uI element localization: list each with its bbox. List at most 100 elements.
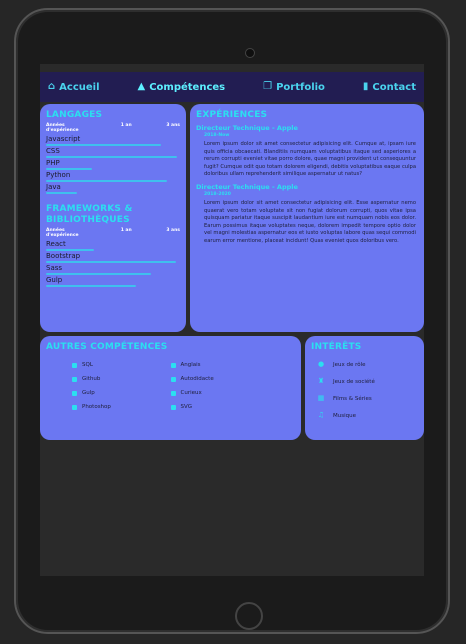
- experience-title: Directeur Technique - Apple: [196, 183, 298, 191]
- interests-title: Intérêts: [311, 342, 362, 352]
- interest-label: Jeux de société: [333, 378, 375, 385]
- experience-text: Lorem ipsum dolor sit amet consectetur a…: [204, 200, 416, 244]
- experience-date: 2018-2020: [204, 192, 231, 197]
- skill-bar-fill: [46, 180, 167, 183]
- check-icon: [170, 404, 176, 410]
- scale-mid: 1 an: [120, 228, 132, 234]
- interests-card: Intérêts ● Jeux de rôle ♜ Jeux de société …: [305, 336, 424, 440]
- experiences-card: Expériences Directeur Technique - Apple …: [190, 104, 424, 332]
- nav-label-portfolio: Portfolio: [276, 81, 325, 93]
- interest-item: ♫ Musique: [317, 412, 418, 419]
- check-icon: [72, 404, 77, 410]
- navbar: ⌂ Accueil ▲ Compétences ❐ Portfolio ▮ Co…: [40, 72, 424, 102]
- skill-bar-fill: [46, 192, 77, 195]
- skill-bar-track: [46, 261, 180, 264]
- other-skills-grid: SQL Anglais Github Autodidacte Gulp Curi…: [46, 362, 295, 410]
- skill-name: CSS: [46, 147, 60, 156]
- check-icon: [72, 362, 77, 368]
- book-icon: ▮: [362, 81, 369, 92]
- check-icon: [170, 362, 176, 368]
- other-skill-label: Photoshop: [82, 404, 111, 411]
- other-skills-title: Autres compétences: [46, 342, 168, 352]
- music-icon: ♫: [317, 411, 325, 420]
- skill-bar-track: [46, 156, 180, 159]
- other-skill-label: SQL: [82, 362, 93, 369]
- frameworks-list: React Bootstrap Sass Gulp: [46, 240, 180, 288]
- scale-end: 3 ans: [166, 228, 180, 234]
- other-skill-item: Github: [72, 376, 171, 382]
- skill-bar-track: [46, 273, 180, 276]
- skill-bar-fill: [46, 285, 136, 288]
- skill-name: Sass: [46, 264, 63, 273]
- other-skill-item: Anglais: [170, 362, 270, 369]
- nav-item-portfolio[interactable]: ❐ Portfolio: [263, 82, 325, 93]
- experience-text: Lorem ipsum dolor sit amet consectetur a…: [204, 141, 416, 178]
- skill-bar-track: [46, 285, 180, 288]
- nav-item-accueil[interactable]: ⌂ Accueil: [48, 82, 100, 93]
- other-skill-label: Github: [82, 376, 101, 383]
- skill-bar-fill: [46, 249, 95, 252]
- images-icon: ❐: [263, 81, 273, 92]
- other-skill-item: SQL: [72, 362, 171, 368]
- other-skill-label: Anglais: [180, 362, 201, 369]
- skill-name: Gulp: [46, 276, 63, 285]
- skill-item: Sass: [46, 264, 180, 276]
- dice-icon: ●: [317, 360, 325, 369]
- check-icon: [72, 390, 77, 396]
- camera-icon: [245, 48, 255, 58]
- nav-item-contact[interactable]: ▮ Contact: [363, 82, 416, 93]
- nav-item-competences[interactable]: ▲ Compétences: [138, 82, 226, 93]
- skill-name: Java: [46, 183, 61, 192]
- screen: ⌂ Accueil ▲ Compétences ❐ Portfolio ▮ Co…: [40, 64, 424, 576]
- scale-label: Années d'expérience: [46, 228, 79, 239]
- skill-item: Java: [46, 183, 180, 195]
- nav-label-accueil: Accueil: [59, 81, 100, 93]
- nav-label-contact: Contact: [372, 81, 416, 93]
- skills-card: Langages Années d'expérience 1 an 3 ans …: [40, 104, 186, 332]
- mountain-icon: ▲: [137, 81, 146, 92]
- interest-item: ▦ Films & Séries: [317, 395, 418, 402]
- other-skill-item: SVG: [170, 404, 270, 411]
- skill-bar-fill: [46, 168, 92, 171]
- skill-bar-fill: [46, 261, 176, 264]
- skill-bar-track: [46, 192, 180, 195]
- interest-item: ♜ Jeux de société: [317, 378, 418, 385]
- skill-name: React: [46, 240, 66, 249]
- interest-label: Musique: [333, 412, 356, 419]
- check-icon: [72, 376, 77, 382]
- interest-label: Films & Séries: [333, 395, 372, 402]
- nav-label-competences: Compétences: [149, 81, 226, 93]
- chess-icon: ♜: [317, 377, 325, 386]
- skill-name: Javascript: [46, 135, 81, 144]
- skill-name: Python: [46, 171, 71, 180]
- skill-bar-track: [46, 144, 180, 147]
- skill-bar-track: [46, 249, 180, 252]
- interest-label: Jeux de rôle: [333, 361, 366, 368]
- check-icon: [170, 390, 176, 396]
- film-icon: ▦: [317, 394, 325, 403]
- experience-title: Directeur Technique - Apple: [196, 124, 298, 133]
- other-skill-label: SVG: [180, 404, 193, 411]
- skill-item: CSS: [46, 147, 180, 159]
- skill-name: Bootstrap: [46, 252, 81, 261]
- other-skill-label: Curieux: [180, 390, 202, 397]
- home-button[interactable]: [235, 602, 263, 630]
- skill-bar-track: [46, 168, 180, 171]
- skill-bar-track: [46, 180, 180, 183]
- skill-item: Bootstrap: [46, 252, 180, 264]
- languages-title: Langages: [46, 110, 103, 120]
- languages-list: Javascript CSS PHP Python Java: [46, 135, 180, 195]
- skill-bar-fill: [46, 156, 178, 159]
- languages-scale: Années d'expérience 1 an 3 ans: [46, 123, 180, 134]
- other-skill-label: Autodidacte: [180, 376, 214, 383]
- skill-bar-fill: [46, 273, 151, 276]
- interest-item: ● Jeux de rôle: [317, 361, 418, 368]
- skill-item: React: [46, 240, 180, 252]
- skill-name: PHP: [46, 159, 60, 168]
- frameworks-scale: Années d'expérience 1 an 3 ans: [46, 228, 180, 239]
- other-skill-item: Gulp: [72, 390, 171, 396]
- other-skill-label: Gulp: [82, 390, 95, 397]
- experience-date: 2018-Now: [204, 133, 230, 139]
- scale-mid: 1 an: [120, 123, 132, 129]
- skill-item: Javascript: [46, 135, 180, 147]
